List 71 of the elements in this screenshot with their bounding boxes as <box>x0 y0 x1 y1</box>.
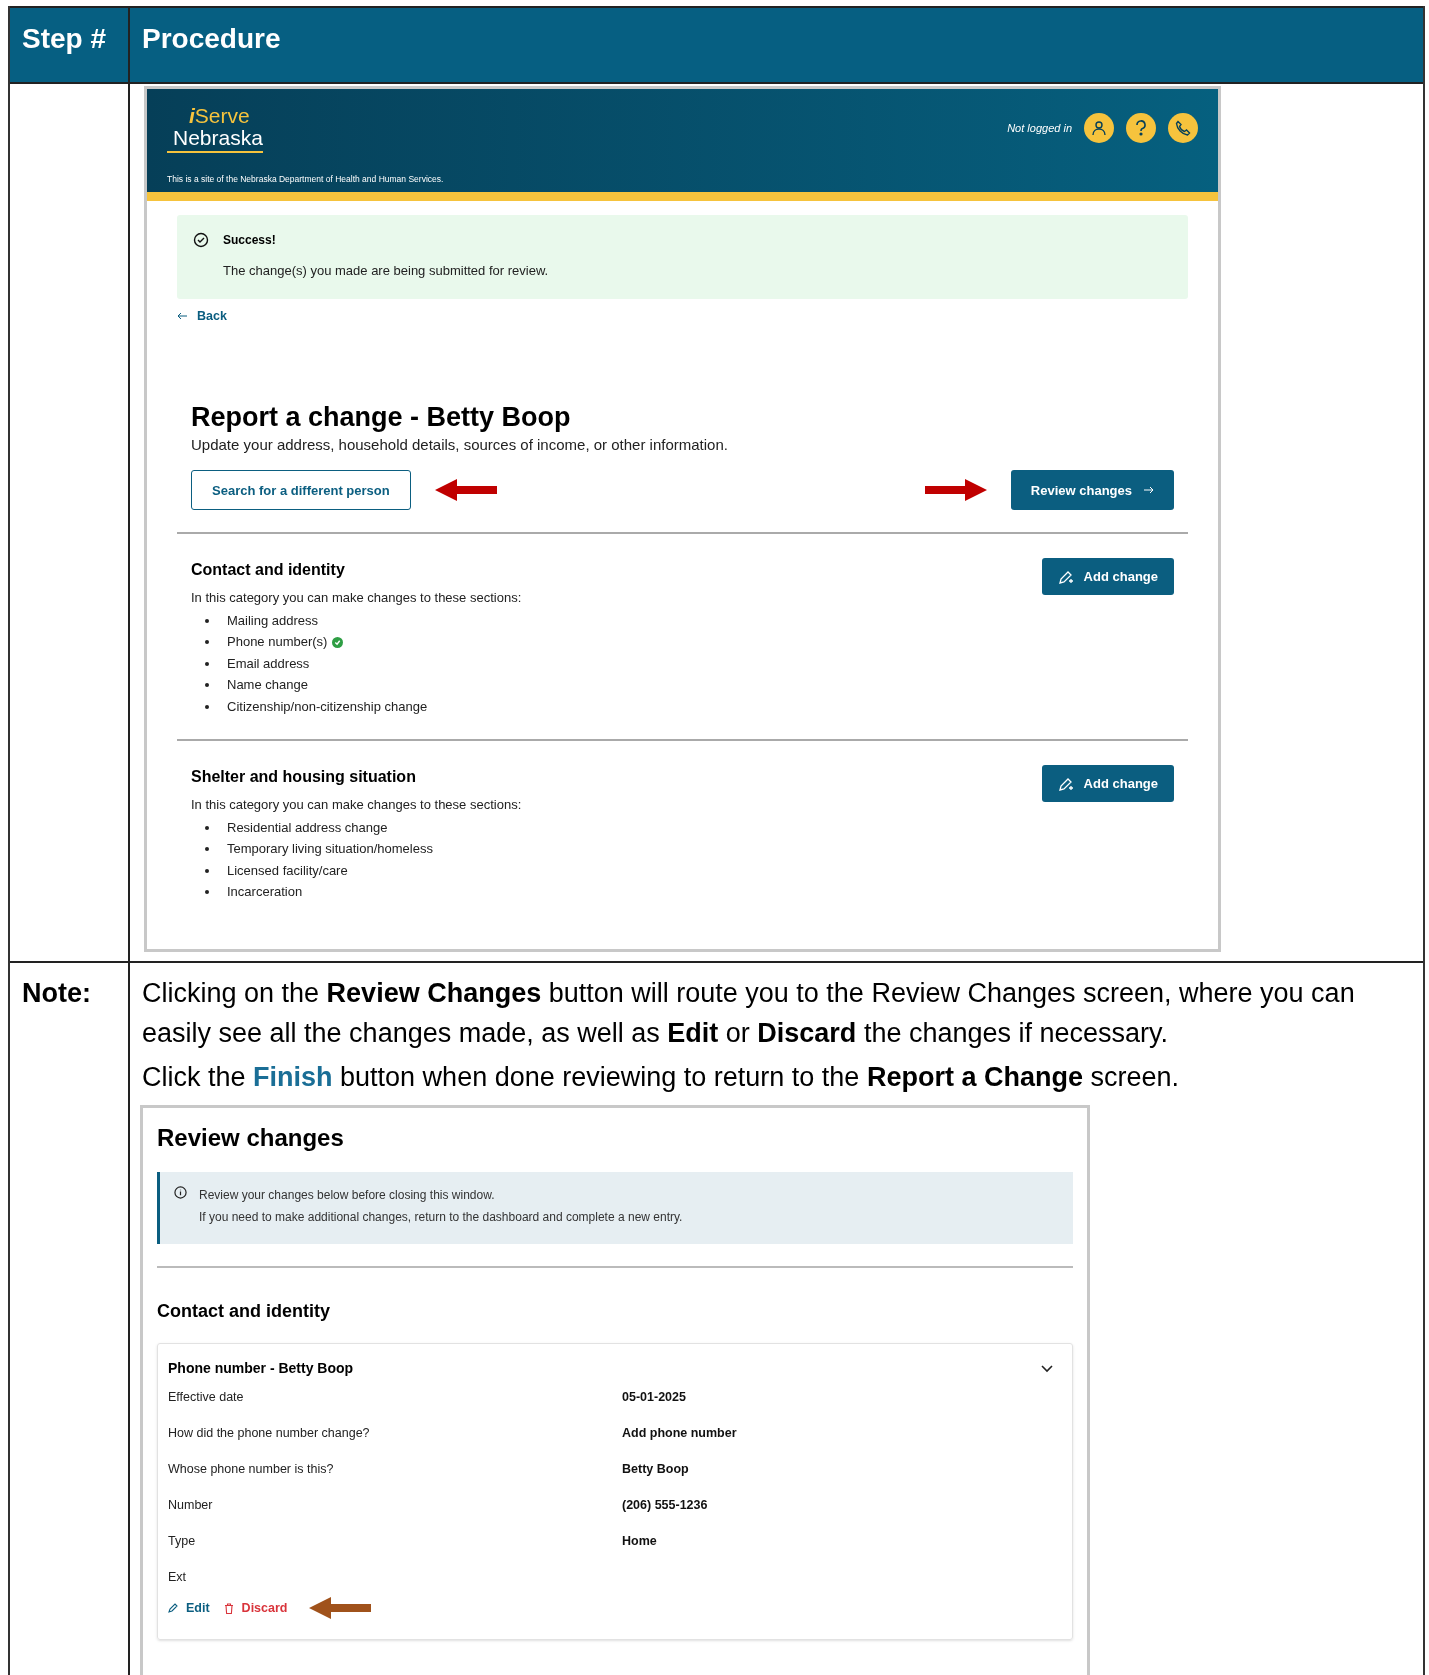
arrow-left-icon <box>177 312 187 321</box>
section-item: Incarceration <box>227 883 303 902</box>
field-value: Betty Boop <box>622 1460 689 1478</box>
category-intro: In this category you can make changes to these sections: <box>191 589 522 608</box>
annotation-arrow <box>434 479 497 502</box>
field-label: Whose phone number is this? <box>168 1460 335 1478</box>
section-item: Residential address change <box>227 818 388 837</box>
category-intro: In this category you can make changes to these sections: <box>191 796 522 815</box>
add-change-button[interactable]: Add change <box>1041 558 1174 596</box>
bullet-icon <box>205 618 209 623</box>
bullet-icon <box>205 704 209 709</box>
field-label: Number <box>168 1496 214 1514</box>
review-changes-button[interactable]: Review changes <box>1010 470 1174 511</box>
edit-link[interactable]: Edit <box>168 1598 210 1618</box>
phone-icon[interactable] <box>1168 113 1198 143</box>
info-icon <box>174 1186 187 1199</box>
annotation-arrow <box>924 479 987 502</box>
bullet-icon <box>205 890 209 894</box>
field-value: (206) 555-1236 <box>622 1496 708 1514</box>
field-label: Ext <box>168 1568 188 1586</box>
note-text: Clicking on the Review Changes button will route you to the Review Changes screen, where you can easily see all the changes made, as well as Edit or Discard the changes if necessary. <box>142 977 1356 1050</box>
page-subtitle: Update your address, household details, sources of income, or other information. <box>191 434 729 455</box>
check-circle-icon <box>193 232 209 248</box>
field-label: How did the phone number change? <box>168 1424 371 1442</box>
review-title: Review changes <box>157 1123 345 1153</box>
category-title: Contact and identity <box>191 560 346 581</box>
field-value: Home <box>622 1532 657 1550</box>
note-label: Note: <box>10 963 130 1675</box>
login-status: Not logged in <box>1007 120 1072 136</box>
section-item: Licensed facility/care <box>227 861 348 880</box>
add-change-button[interactable]: Add change <box>1041 765 1174 803</box>
field-label: Effective date <box>168 1388 245 1406</box>
category-title: Shelter and housing situation <box>191 767 417 788</box>
section-item: Temporary living situation/homeless <box>227 840 433 859</box>
alert-title: Success! <box>223 232 277 249</box>
arrow-right-icon <box>1144 486 1154 495</box>
check-icon <box>332 636 344 648</box>
section-title: Contact and identity <box>157 1300 331 1323</box>
trash-icon <box>223 1602 234 1614</box>
pencil-icon <box>168 1603 178 1613</box>
column-header: Procedure <box>141 22 282 56</box>
section-item: Phone number(s) <box>227 633 328 652</box>
page-title: Report a change - Betty Boop <box>191 400 572 434</box>
section-item: Name change <box>227 676 308 695</box>
bullet-icon <box>205 868 209 873</box>
field-label: Type <box>168 1532 197 1550</box>
alert-message: The change(s) you made are being submitted for review. <box>223 262 549 280</box>
user-icon[interactable] <box>1084 113 1114 143</box>
back-link[interactable]: Back <box>177 307 227 326</box>
field-value: 05-01-2025 <box>622 1388 686 1406</box>
search-person-button[interactable]: Search for a different person <box>191 470 411 511</box>
info-text: If you need to make additional changes, return to the dashboard and complete a new entry. <box>199 1209 683 1226</box>
section-item: Citizenship/non-citizenship change <box>227 697 428 716</box>
help-icon[interactable] <box>1126 113 1156 143</box>
bullet-icon <box>205 640 209 644</box>
annotation-arrow <box>309 1597 372 1619</box>
site-notice: This is a site of the Nebraska Department of Health and Human Services. <box>167 173 445 186</box>
card-title: Phone number - Betty Boop <box>168 1359 354 1378</box>
bullet-icon <box>205 661 209 666</box>
section-item: Mailing address <box>227 611 319 630</box>
info-text: Review your changes below before closing this window. <box>199 1187 496 1204</box>
note-text: Click the Finish button when done reviewing to return to the Report a Change screen. <box>142 1061 1180 1094</box>
bullet-icon <box>205 825 209 830</box>
bullet-icon <box>205 683 209 687</box>
field-value: Add phone number <box>622 1424 737 1442</box>
column-header: Step # <box>10 8 130 82</box>
chevron-icon[interactable] <box>1040 1363 1054 1374</box>
logo[interactable]: iServe Nebraska <box>167 105 263 153</box>
bullet-icon <box>205 847 209 851</box>
discard-link[interactable]: Discard <box>223 1598 288 1618</box>
section-item: Email address <box>227 654 310 673</box>
